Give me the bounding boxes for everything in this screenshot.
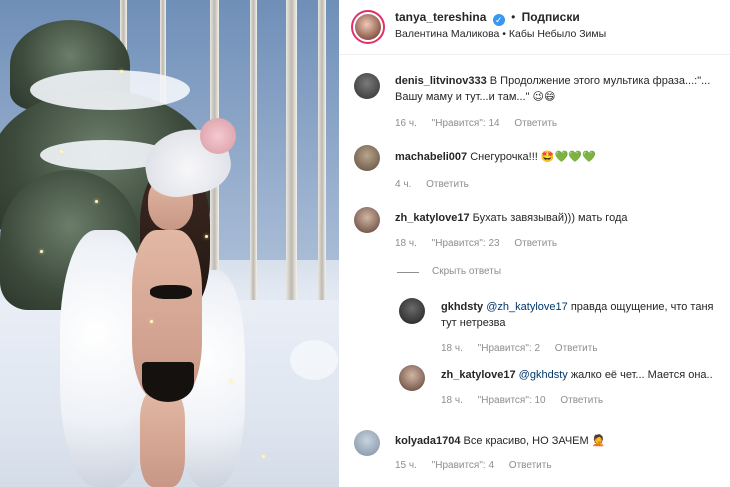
reply-time: 18 ч. bbox=[441, 343, 463, 354]
comment-text: Снегурочка!!! bbox=[470, 151, 538, 163]
light-sparkle bbox=[150, 320, 153, 323]
snow-on-branch bbox=[30, 70, 190, 110]
separator-dot: • bbox=[511, 10, 516, 24]
comment-text: В Продолжение этого мультика фраза...:".… bbox=[489, 75, 711, 87]
commenter-avatar[interactable] bbox=[354, 73, 380, 99]
birch-trunk bbox=[250, 0, 257, 300]
comment-emoji: 🤩💚💚💚 bbox=[540, 150, 596, 163]
commenter-avatar[interactable] bbox=[354, 430, 380, 456]
comment-username[interactable]: kolyada1704 bbox=[395, 435, 460, 447]
reply-button[interactable]: Ответить bbox=[560, 395, 603, 406]
light-sparkle bbox=[95, 200, 98, 203]
comment-time: 4 ч. bbox=[395, 179, 412, 190]
replier-avatar[interactable] bbox=[399, 365, 425, 391]
comment-text: Все красиво, НО ЗАЧЕМ bbox=[463, 435, 589, 447]
author-username[interactable]: tanya_tereshina bbox=[395, 10, 486, 24]
reply-username[interactable]: gkhdsty bbox=[441, 301, 483, 313]
commenter-avatar[interactable] bbox=[354, 207, 380, 233]
reply-button[interactable]: Ответить bbox=[426, 179, 469, 190]
reply-button[interactable]: Ответить bbox=[514, 118, 557, 129]
reply-username[interactable]: zh_katylove17 bbox=[441, 369, 516, 381]
audio-track-link[interactable]: Валентина Маликова • Кабы Небыло Зимы bbox=[395, 28, 606, 40]
bikini-bottom bbox=[142, 362, 194, 402]
light-sparkle bbox=[120, 70, 123, 73]
comment-time: 18 ч. bbox=[395, 238, 417, 249]
birch-trunk bbox=[318, 0, 326, 320]
reply-likes[interactable]: "Нравится": 10 bbox=[478, 395, 546, 406]
light-sparkle bbox=[40, 250, 43, 253]
snow-on-branch bbox=[290, 340, 338, 380]
reply-button[interactable]: Ответить bbox=[509, 460, 552, 471]
birch-trunk bbox=[286, 0, 297, 330]
following-button[interactable]: Подписки bbox=[522, 10, 580, 24]
comment-username[interactable]: denis_litvinov333 bbox=[395, 75, 487, 87]
mention-link[interactable]: @zh_katylove17 bbox=[486, 301, 568, 313]
comment-text: Вашу маму и тут...и там..." bbox=[395, 91, 530, 103]
author-avatar[interactable] bbox=[351, 10, 385, 44]
reply-likes[interactable]: "Нравится": 2 bbox=[478, 343, 540, 354]
mention-link[interactable]: @gkhdsty bbox=[519, 369, 568, 381]
post-header: tanya_tereshina ✓ • Подписки Валентина М… bbox=[339, 0, 730, 55]
comments-panel: tanya_tereshina ✓ • Подписки Валентина М… bbox=[339, 0, 730, 487]
comment-username[interactable]: zh_katylove17 bbox=[395, 212, 470, 224]
reply-text: тут нетрезва bbox=[441, 317, 506, 329]
comment-likes[interactable]: "Нравится": 4 bbox=[432, 460, 494, 471]
bikini-top bbox=[150, 285, 192, 299]
hide-replies-button[interactable]: Скрыть ответы bbox=[432, 266, 501, 277]
leg bbox=[140, 390, 185, 487]
reply-button[interactable]: Ответить bbox=[555, 343, 598, 354]
reply-time: 18 ч. bbox=[441, 395, 463, 406]
light-sparkle bbox=[230, 380, 233, 383]
replies-divider bbox=[397, 272, 419, 273]
hat-pompom bbox=[200, 118, 236, 154]
commenter-avatar[interactable] bbox=[354, 145, 380, 171]
comment-likes[interactable]: "Нравится": 14 bbox=[432, 118, 500, 129]
light-sparkle bbox=[205, 235, 208, 238]
reply-text: жалко её чет... Мается она.. bbox=[570, 369, 713, 381]
reply-text: правда ощущение, что таня bbox=[570, 301, 714, 313]
light-sparkle bbox=[60, 150, 63, 153]
comment-likes[interactable]: "Нравится": 23 bbox=[432, 238, 500, 249]
comment-text: Бухать завязывай))) мать года bbox=[472, 212, 628, 224]
replier-avatar[interactable] bbox=[399, 298, 425, 324]
post-media[interactable] bbox=[0, 0, 339, 487]
verified-badge-icon: ✓ bbox=[492, 14, 505, 26]
comment-time: 16 ч. bbox=[395, 118, 417, 129]
comment-username[interactable]: machabeli007 bbox=[395, 151, 467, 163]
light-sparkle bbox=[262, 455, 265, 458]
comment-emoji: 🤦 bbox=[591, 434, 606, 447]
comment-time: 15 ч. bbox=[395, 460, 417, 471]
comment-emoji: 😉😄 bbox=[532, 90, 556, 103]
reply-button[interactable]: Ответить bbox=[514, 238, 557, 249]
